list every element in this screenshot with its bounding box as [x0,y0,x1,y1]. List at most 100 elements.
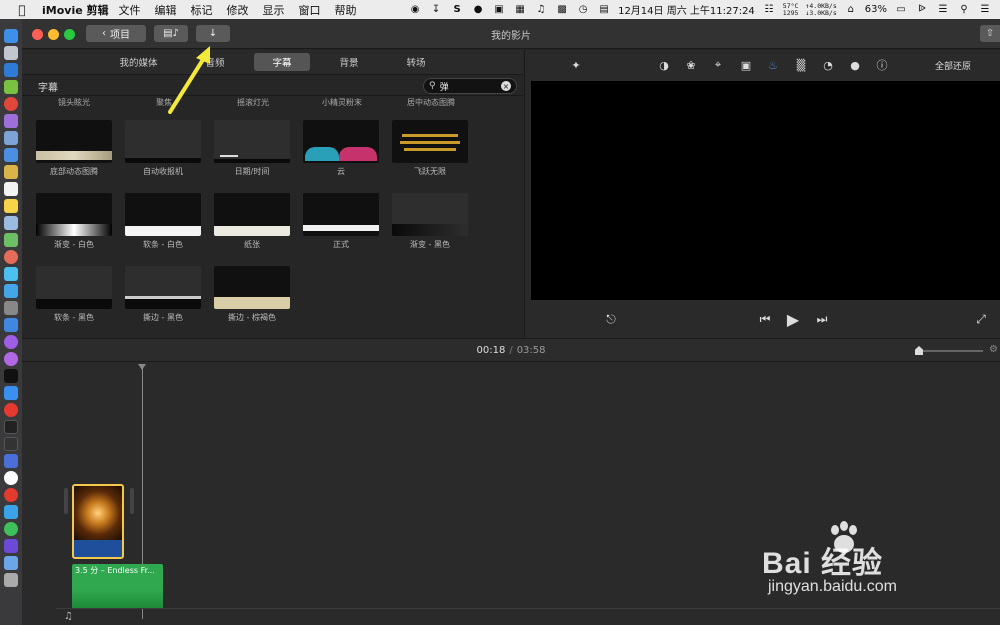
microphone-icon[interactable]: ⎋ [603,311,619,327]
volume-icon[interactable]: ♨ [766,58,780,72]
calendar-icon[interactable]: ▤ [597,4,611,16]
clear-search-icon[interactable]: × [501,81,511,91]
dock-photo-icon[interactable] [4,250,18,264]
dock-photos-icon[interactable] [4,114,18,128]
dock-appletv-icon[interactable] [4,369,18,383]
spotlight-icon[interactable]: ⚲ [957,4,971,16]
title-thumb-ticker[interactable] [125,120,201,163]
equalizer-icon[interactable]: ▒ [794,58,808,72]
app-menu[interactable]: iMovie 剪辑 [42,2,109,18]
stabilization-icon[interactable]: ▣ [739,58,753,72]
clip-handle-left[interactable] [64,488,68,514]
dock-safari-icon[interactable] [4,63,18,77]
zoom-slider[interactable] [915,346,983,355]
fullscreen-icon[interactable]: ⤢ [973,311,989,327]
battery-icon[interactable]: ▭ [894,4,908,16]
dock-terminal-icon[interactable] [4,420,18,434]
dock-wechat-icon[interactable] [4,522,18,536]
menu-mark[interactable]: 标记 [191,2,213,18]
dock-activity-icon[interactable] [4,437,18,451]
dock-finder-icon[interactable] [4,29,18,43]
speed-icon[interactable]: ◔ [821,58,835,72]
tab-titles[interactable]: 字幕 [254,53,310,71]
title-thumb-torn-edge-black[interactable] [125,266,201,309]
control-center-icon[interactable]: ☰ [936,4,950,16]
apple-menu-icon[interactable]:  [12,3,32,17]
dock-preview-icon[interactable] [4,216,18,230]
share-button[interactable]: ⇧ [980,25,1000,42]
title-thumb-torn-edge-tan[interactable] [214,266,290,309]
dock-vpn-icon[interactable] [4,454,18,468]
dock-trash-icon[interactable] [4,573,18,587]
s-app-icon[interactable]: S [450,4,464,16]
dock-xcode-icon[interactable] [4,148,18,162]
music-track[interactable]: ♫ [56,608,1000,625]
notification-icon[interactable]: ☰ [978,4,992,16]
dock-android-icon[interactable] [4,80,18,94]
title-thumb-gradient-white[interactable] [36,193,112,236]
menu-window[interactable]: 窗口 [299,2,321,18]
dock-calendar-icon[interactable] [4,182,18,196]
timeline-settings-icon[interactable]: ⚙ [989,344,998,355]
dock-stickies-icon[interactable] [4,199,18,213]
dock-screen-icon[interactable] [4,131,18,145]
dock-notes-icon[interactable] [4,165,18,179]
title-thumb-clouds[interactable] [303,120,379,163]
search-field[interactable]: ⚲ × [423,78,517,94]
title-thumb-lower-totem[interactable] [36,120,112,163]
play-icon[interactable]: ▶ [785,310,801,329]
title-thumb-soft-edge-black[interactable] [36,266,112,309]
tab-backgrounds[interactable]: 背景 [322,53,377,71]
dock-music-icon[interactable] [4,335,18,349]
title-thumb-soft-edge-white[interactable] [125,193,201,236]
dock-vivaldi-icon[interactable] [4,403,18,417]
menu-grid-icon[interactable]: ☷ [762,4,776,16]
dock-facetime-icon[interactable] [4,284,18,298]
dock-imovie-icon[interactable] [4,539,18,553]
menu-file[interactable]: 文件 [119,2,141,18]
title-thumb-formal[interactable] [303,193,379,236]
video-clip[interactable] [72,484,124,559]
search-app-icon[interactable]: ▣ [492,4,506,16]
reset-all-button[interactable]: 全部还原 [935,59,971,72]
dock-keynote-icon[interactable] [4,318,18,332]
dock-launchpad-icon[interactable] [4,46,18,60]
download-icon[interactable]: ↧ [429,4,443,16]
dock-netease-icon[interactable] [4,488,18,502]
skip-back-icon[interactable]: ⏮ [757,311,773,327]
dock-podcast-icon[interactable] [4,352,18,366]
qq-icon[interactable]: ● [471,4,485,16]
dock-maps-icon[interactable] [4,233,18,247]
grid-icon[interactable]: ▦ [513,4,527,16]
dock-yandex-icon[interactable] [4,471,18,485]
dock-qq-icon[interactable] [4,505,18,519]
color-palette-icon[interactable]: ❀ [684,58,698,72]
tab-transitions[interactable]: 转场 [389,53,444,71]
crop-icon[interactable]: ⌖ [711,58,725,72]
dock-messages-icon[interactable] [4,267,18,281]
title-thumb-date-time[interactable] [214,120,290,163]
wifi-icon[interactable]: ⌂ [844,4,858,16]
dock-appstore-icon[interactable] [4,386,18,400]
menu-edit[interactable]: 编辑 [155,2,177,18]
dock-camera-icon[interactable] [4,301,18,315]
chat-icon[interactable]: ▩ [555,4,569,16]
title-thumb-paper[interactable] [214,193,290,236]
tab-audio[interactable]: 音频 [187,53,242,71]
menu-view[interactable]: 显示 [263,2,285,18]
title-thumb-gradient-black[interactable] [392,193,468,236]
datetime[interactable]: 12月14日 周六 上午11:27:24 [618,2,755,17]
tab-my-media[interactable]: 我的媒体 [101,53,175,71]
clock-icon[interactable]: ◷ [576,4,590,16]
search-input[interactable] [439,81,500,91]
globe-icon[interactable]: ◉ [408,4,422,16]
dock-chrome-icon[interactable] [4,97,18,111]
menu-help[interactable]: 帮助 [335,2,357,18]
color-balance-icon[interactable]: ◑ [657,58,671,72]
info-icon[interactable]: ⓘ [875,58,889,72]
skip-forward-icon[interactable]: ⏭ [814,311,830,327]
dock-folder-icon[interactable] [4,556,18,570]
audio-clip[interactable]: 3.5 分 – Endless Fr... [72,564,163,608]
magic-wand-icon[interactable]: ✦ [569,58,583,72]
music-note-icon[interactable]: ♫ [534,4,548,16]
